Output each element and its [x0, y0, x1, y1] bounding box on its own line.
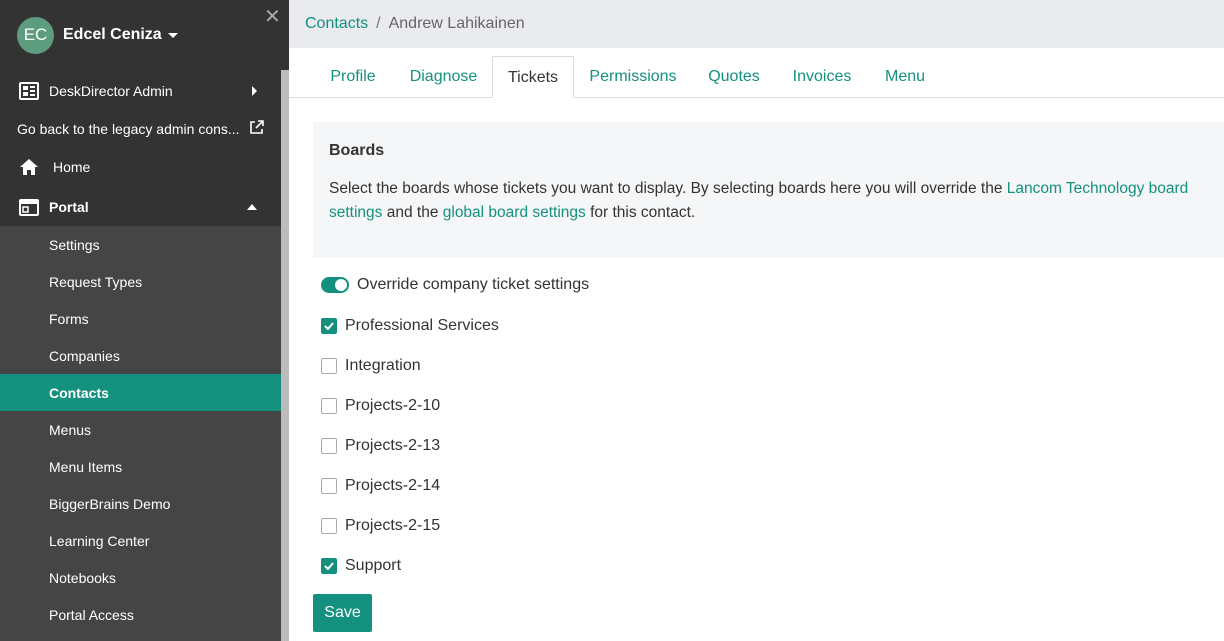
- board-label: Projects-2-15: [345, 517, 441, 534]
- check-icon: [324, 562, 334, 570]
- board-label: Support: [345, 557, 402, 574]
- tab-diagnose[interactable]: Diagnose: [395, 56, 492, 98]
- global-board-settings-link[interactable]: global board settings: [443, 204, 586, 221]
- submenu-item-menu-items[interactable]: Menu Items: [0, 448, 281, 485]
- boards-title: Boards: [329, 142, 385, 159]
- sidebar-scrollbar[interactable]: [281, 70, 289, 641]
- breadcrumb-contacts-link[interactable]: Contacts: [305, 15, 368, 33]
- checkbox-unchecked[interactable]: [321, 358, 337, 374]
- tab-profile[interactable]: Profile: [311, 56, 395, 98]
- sidebar-item-label: Portal: [49, 199, 89, 215]
- tab-permissions[interactable]: Permissions: [574, 56, 692, 98]
- dashboard-icon: [19, 81, 39, 101]
- home-icon: [19, 157, 39, 177]
- board-checkbox-support[interactable]: Support: [321, 557, 401, 575]
- submenu-item-biggerbrains-demo[interactable]: BiggerBrains Demo: [0, 485, 281, 522]
- boards-desc-text: for this contact.: [585, 204, 696, 221]
- checkbox-checked[interactable]: [321, 318, 337, 334]
- checkbox-unchecked[interactable]: [321, 478, 337, 494]
- sidebar: EC Edcel Ceniza ✕ DeskDirector Admin Go …: [0, 0, 289, 641]
- board-checkbox-integration[interactable]: Integration: [321, 357, 421, 375]
- override-label: Override company ticket settings: [357, 276, 590, 293]
- external-link-icon: [249, 119, 264, 138]
- sidebar-item-label: DeskDirector Admin: [49, 82, 173, 99]
- submenu-item-portal-access[interactable]: Portal Access: [0, 596, 281, 633]
- board-label: Projects-2-10: [345, 397, 441, 414]
- tab-menu[interactable]: Menu: [868, 56, 942, 98]
- chevron-right-icon: [252, 85, 257, 96]
- user-name: Edcel Ceniza: [63, 26, 162, 43]
- sidebar-item-deskdirector-admin[interactable]: DeskDirector Admin: [0, 72, 281, 109]
- chevron-up-icon: [247, 204, 257, 210]
- board-checkbox-projects-2-14[interactable]: Projects-2-14: [321, 477, 440, 495]
- submenu-item-notebooks[interactable]: Notebooks: [0, 559, 281, 596]
- submenu-item-settings[interactable]: Settings: [0, 226, 281, 263]
- tab-quotes[interactable]: Quotes: [692, 56, 776, 98]
- caret-down-icon: [167, 32, 178, 38]
- board-checkbox-projects-2-10[interactable]: Projects-2-10: [321, 397, 440, 415]
- board-checkbox-projects-2-15[interactable]: Projects-2-15: [321, 517, 440, 535]
- submenu-item-forms[interactable]: Forms: [0, 300, 281, 337]
- breadcrumb-separator: /: [376, 15, 381, 32]
- tab-tickets[interactable]: Tickets: [492, 56, 574, 98]
- board-label: Projects-2-13: [345, 437, 441, 454]
- checkbox-checked[interactable]: [321, 558, 337, 574]
- tab-invoices[interactable]: Invoices: [776, 56, 868, 98]
- submenu-item-menus[interactable]: Menus: [0, 411, 281, 448]
- submenu-item-learning-center[interactable]: Learning Center: [0, 522, 281, 559]
- board-checkbox-projects-2-13[interactable]: Projects-2-13: [321, 437, 440, 455]
- window-icon: [19, 197, 39, 217]
- sidebar-scroll-track: [281, 0, 289, 70]
- breadcrumb-current: Andrew Lahikainen: [388, 15, 525, 32]
- avatar: EC: [17, 16, 54, 54]
- submenu-item-request-types[interactable]: Request Types: [0, 263, 281, 300]
- boards-desc-text: and the: [382, 204, 443, 221]
- checkbox-unchecked[interactable]: [321, 518, 337, 534]
- submenu-item-companies[interactable]: Companies: [0, 337, 281, 374]
- checkbox-unchecked[interactable]: [321, 438, 337, 454]
- checkbox-unchecked[interactable]: [321, 398, 337, 414]
- override-toggle-row[interactable]: Override company ticket settings: [321, 276, 589, 294]
- tab-bar: Profile Diagnose Tickets Permissions Quo…: [289, 56, 1224, 98]
- sidebar-item-label: Go back to the legacy admin cons...: [17, 120, 240, 137]
- board-label: Integration: [345, 357, 421, 374]
- boards-description: Select the boards whose tickets you want…: [329, 177, 1208, 225]
- sidebar-item-legacy-admin[interactable]: Go back to the legacy admin cons...: [0, 110, 281, 147]
- breadcrumb: Contacts / Andrew Lahikainen: [289, 0, 1224, 48]
- check-icon: [324, 322, 334, 330]
- board-label: Professional Services: [345, 317, 499, 334]
- sidebar-item-home[interactable]: Home: [0, 148, 281, 186]
- submenu-item-contacts[interactable]: Contacts: [0, 374, 281, 411]
- boards-desc-text: Select the boards whose tickets you want…: [329, 180, 1007, 197]
- user-menu[interactable]: EC Edcel Ceniza: [0, 0, 281, 70]
- sidebar-item-portal[interactable]: Portal: [0, 188, 281, 226]
- boards-info-panel: Boards Select the boards whose tickets y…: [313, 122, 1224, 258]
- sidebar-item-label: Home: [53, 159, 91, 175]
- board-checkbox-professional-services[interactable]: Professional Services: [321, 317, 499, 335]
- close-icon[interactable]: ✕: [264, 4, 281, 29]
- board-label: Projects-2-14: [345, 477, 441, 494]
- save-button[interactable]: Save: [313, 594, 372, 632]
- portal-submenu: Settings Request Types Forms Companies C…: [0, 226, 281, 641]
- override-toggle[interactable]: [321, 277, 349, 293]
